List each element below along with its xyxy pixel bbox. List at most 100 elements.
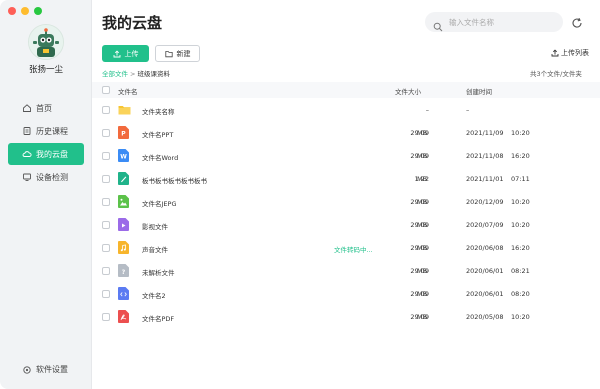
column-header-created[interactable]: 创建时间: [466, 86, 492, 96]
file-list: 文件夹名称 – – P 文件名PPT 29.09 MB 2021/11/09 1…: [92, 98, 600, 328]
column-header-name[interactable]: 文件名: [118, 86, 138, 96]
file-size-unit: MB: [417, 244, 428, 252]
new-label: 新建: [176, 49, 191, 58]
sidebar-item-cloud-drive[interactable]: 我的云盘: [8, 143, 84, 165]
file-date: 2020/05/08: [466, 313, 504, 321]
table-row[interactable]: 文件名JEPG 29.09 MB 2020/12/09 10:20: [92, 190, 600, 213]
file-name: 文件名PDF: [142, 315, 175, 323]
table-row[interactable]: P 文件名PPT 29.09 MB 2021/11/09 10:20: [92, 121, 600, 144]
audio-file-icon: [118, 241, 129, 254]
upload-label: 上传: [124, 49, 139, 58]
table-row[interactable]: 板书板书板书板书板书 1.22 MB 2021/11/01 07:11: [92, 167, 600, 190]
breadcrumb-root[interactable]: 全部文件: [102, 70, 128, 78]
image-file-icon: [118, 195, 129, 208]
row-checkbox[interactable]: [102, 106, 110, 114]
row-checkbox[interactable]: [102, 313, 110, 321]
file-status: 文件转码中...: [334, 246, 373, 254]
file-size-unit: MB: [417, 290, 428, 298]
robot-avatar-icon: [29, 25, 63, 59]
search-box[interactable]: [425, 12, 563, 32]
minimize-window-button[interactable]: [21, 7, 29, 15]
table-row[interactable]: W 文件名Word 29.09 MB 2021/11/08 16:20: [92, 144, 600, 167]
sidebar-item-history[interactable]: 历史课程: [8, 120, 84, 142]
refresh-button[interactable]: [570, 15, 584, 29]
sidebar-item-label: 首页: [36, 103, 52, 113]
file-name: 影视文件: [142, 223, 168, 231]
row-checkbox[interactable]: [102, 129, 110, 137]
file-name: 声音文件: [142, 246, 168, 254]
device-icon: [22, 172, 32, 182]
home-icon: [22, 103, 32, 113]
file-size-unit: MB: [417, 267, 428, 275]
row-checkbox[interactable]: [102, 198, 110, 206]
video-file-icon: [118, 218, 129, 231]
row-checkbox[interactable]: [102, 244, 110, 252]
sidebar-item-label: 我的云盘: [36, 149, 68, 159]
ppt-file-icon: P: [118, 126, 129, 139]
table-row[interactable]: 文件夹名称 – –: [92, 98, 600, 121]
file-time: 07:11: [511, 175, 530, 183]
avatar[interactable]: [28, 24, 64, 60]
new-button[interactable]: 新建: [155, 45, 200, 62]
file-name: 文件名PPT: [142, 131, 174, 139]
page-title: 我的云盘: [102, 14, 163, 32]
upload-list-button[interactable]: 上传列表: [551, 48, 589, 58]
maximize-window-button[interactable]: [34, 7, 42, 15]
row-checkbox[interactable]: [102, 152, 110, 160]
upload-icon: [113, 49, 121, 58]
file-size-unit: MB: [417, 313, 428, 321]
folder-icon: [118, 103, 131, 116]
table-row[interactable]: 文件名PDF 29.09 MB 2020/05/08 10:20: [92, 305, 600, 328]
table-row[interactable]: 影视文件 29.09 MB 2020/07/09 10:20: [92, 213, 600, 236]
refresh-icon: [572, 17, 582, 28]
settings-label: 软件设置: [36, 365, 68, 374]
file-name: 文件名2: [142, 292, 166, 300]
column-header-size[interactable]: 文件大小: [395, 86, 421, 96]
main-panel: 我的云盘 上传 新建 上传列表: [92, 0, 600, 389]
folder-add-icon: [164, 50, 173, 58]
pdf-file-icon: [118, 310, 129, 323]
row-checkbox[interactable]: [102, 221, 110, 229]
file-size-unit: MB: [417, 129, 428, 137]
software-settings-button[interactable]: 软件设置: [0, 364, 92, 375]
select-all-checkbox[interactable]: [102, 86, 110, 94]
sidebar-item-home[interactable]: 首页: [8, 97, 84, 119]
sidebar-item-label: 设备检测: [36, 172, 68, 182]
file-count-summary: 共3个文件/文件夹: [530, 70, 582, 78]
file-date: –: [466, 106, 470, 114]
row-checkbox[interactable]: [102, 290, 110, 298]
sidebar-nav: 首页 历史课程 我的云盘 设备检测: [0, 97, 92, 189]
upload-button[interactable]: 上传: [102, 45, 149, 62]
file-date: 2020/07/09: [466, 221, 504, 229]
file-time: 16:20: [511, 152, 530, 160]
row-checkbox[interactable]: [102, 267, 110, 275]
file-time: 08:20: [511, 290, 530, 298]
window-controls: [8, 7, 42, 15]
table-row[interactable]: 文件名2 29.09 MB 2020/06/01 08:20: [92, 282, 600, 305]
breadcrumb: 全部文件 > 班级课资料: [102, 68, 170, 78]
blackboard-file-icon: [118, 172, 129, 185]
file-name: 未解析文件: [142, 269, 175, 277]
svg-text:W: W: [120, 154, 127, 161]
file-time: 10:20: [511, 198, 530, 206]
file-date: 2020/06/01: [466, 290, 504, 298]
table-row[interactable]: ? 未解析文件 29.09 MB 2020/06/01 08:21: [92, 259, 600, 282]
cloud-icon: [22, 149, 32, 159]
table-row[interactable]: 声音文件 文件转码中... 29.09 MB 2020/06/08 16:20: [92, 236, 600, 259]
sidebar-item-device-check[interactable]: 设备检测: [8, 166, 84, 188]
file-date: 2021/11/08: [466, 152, 504, 160]
sidebar-item-label: 历史课程: [36, 126, 68, 136]
file-date: 2020/06/08: [466, 244, 504, 252]
breadcrumb-separator: >: [130, 70, 136, 78]
file-name: 文件名Word: [142, 154, 179, 162]
file-size-unit: MB: [417, 175, 428, 183]
file-name: 板书板书板书板书板书: [142, 177, 207, 185]
search-input[interactable]: [449, 17, 549, 27]
file-time: 10:20: [511, 129, 530, 137]
unknown-file-icon: ?: [118, 264, 129, 277]
file-date: 2021/11/01: [466, 175, 504, 183]
file-size-unit: MB: [417, 198, 428, 206]
row-checkbox[interactable]: [102, 175, 110, 183]
close-window-button[interactable]: [8, 7, 16, 15]
user-name: 张扬一尘: [28, 65, 63, 75]
